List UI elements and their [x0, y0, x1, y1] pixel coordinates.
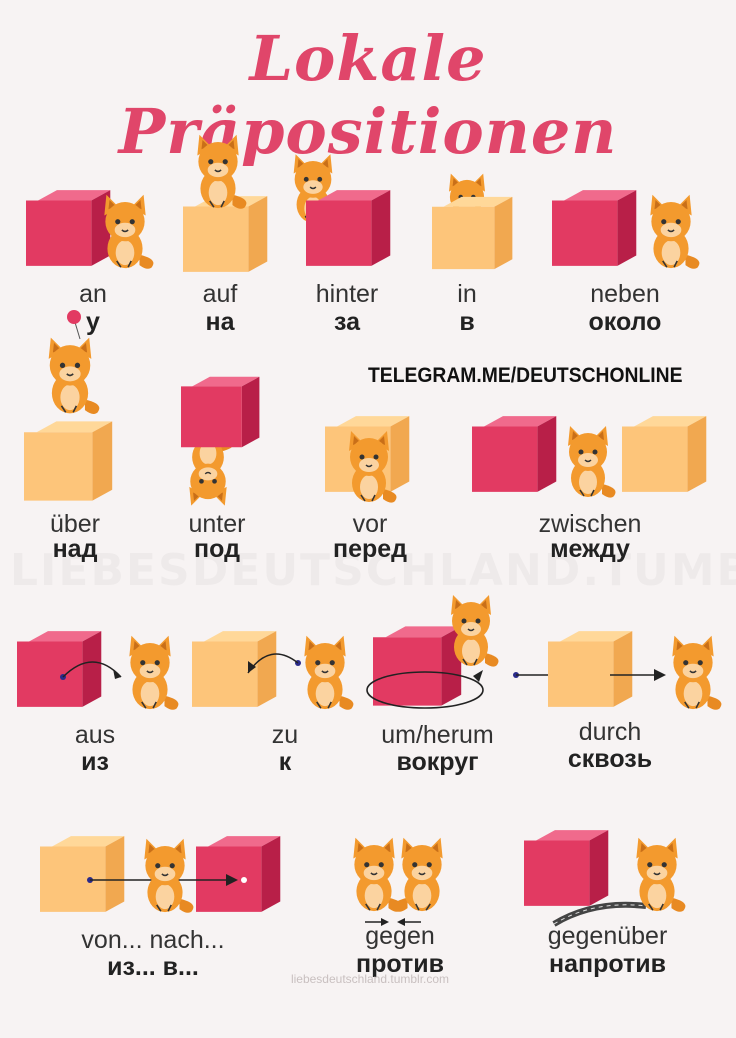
- scene-aus: [17, 631, 180, 711]
- russian-word: к: [278, 748, 292, 776]
- russian-word: под: [194, 535, 240, 563]
- german-word: unter: [188, 510, 246, 538]
- russian-word: перед: [332, 535, 408, 563]
- scene-neben: [552, 190, 701, 270]
- russian-word: из... в...: [107, 953, 199, 981]
- scene-unter: [181, 376, 260, 507]
- russian-word: над: [52, 535, 98, 563]
- preposition-card-ueber: über над: [0, 305, 150, 562]
- german-word: aus: [74, 721, 116, 749]
- russian-word: около: [588, 308, 662, 336]
- russian-word: между: [550, 535, 630, 563]
- page-title: Lokale Präpositionen: [118, 22, 618, 168]
- german-word: neben: [590, 280, 660, 308]
- preposition-card-von-nach: von... nach... из... в...: [38, 820, 298, 1030]
- russian-word: из: [81, 748, 109, 776]
- preposition-card-durch: durch сквозь: [510, 615, 730, 825]
- german-word: um/herum: [381, 721, 494, 749]
- german-word: in: [457, 280, 477, 308]
- scene-zu: [192, 631, 355, 711]
- german-word: gegenüber: [547, 922, 668, 950]
- scene-vor: [325, 416, 410, 504]
- german-word: zu: [271, 721, 299, 749]
- german-word: zwischen: [538, 510, 642, 538]
- preposition-card-in: in в: [392, 160, 542, 370]
- russian-word: сквозь: [567, 745, 653, 773]
- scene-von-nach: [40, 836, 281, 914]
- preposition-card-aus: aus из: [15, 615, 185, 825]
- russian-word: вокруг: [396, 748, 479, 776]
- preposition-card-neben: neben около: [550, 160, 701, 370]
- credit-text: liebesdeutschland.tumblr.com: [290, 972, 450, 986]
- german-word: durch: [578, 718, 642, 746]
- preposition-card-gegenueber: gegenüber напротив: [520, 820, 700, 1030]
- preposition-card-um: um/herum вокруг: [355, 590, 520, 800]
- scene-gegen: [352, 836, 444, 926]
- scene-durch: [513, 631, 723, 711]
- scene-in: [432, 172, 513, 270]
- german-word: von... nach...: [81, 926, 225, 954]
- german-word: über: [49, 510, 101, 538]
- russian-word: в: [459, 308, 475, 336]
- russian-word: напротив: [548, 950, 666, 978]
- german-word: vor: [352, 510, 388, 538]
- preposition-card-zu: zu к: [190, 615, 360, 825]
- scene-um: [366, 594, 500, 709]
- scene-zwischen: [472, 416, 707, 499]
- german-word: gegen: [365, 922, 435, 950]
- scene-ueber: [24, 310, 113, 501]
- preposition-card-zwischen: zwischen между: [470, 402, 720, 612]
- preposition-card-gegen: gegen против: [325, 828, 475, 1038]
- preposition-card-vor: vor перед: [295, 402, 445, 612]
- scene-gegenueber: [524, 830, 687, 927]
- preposition-card-unter: unter под: [142, 372, 292, 582]
